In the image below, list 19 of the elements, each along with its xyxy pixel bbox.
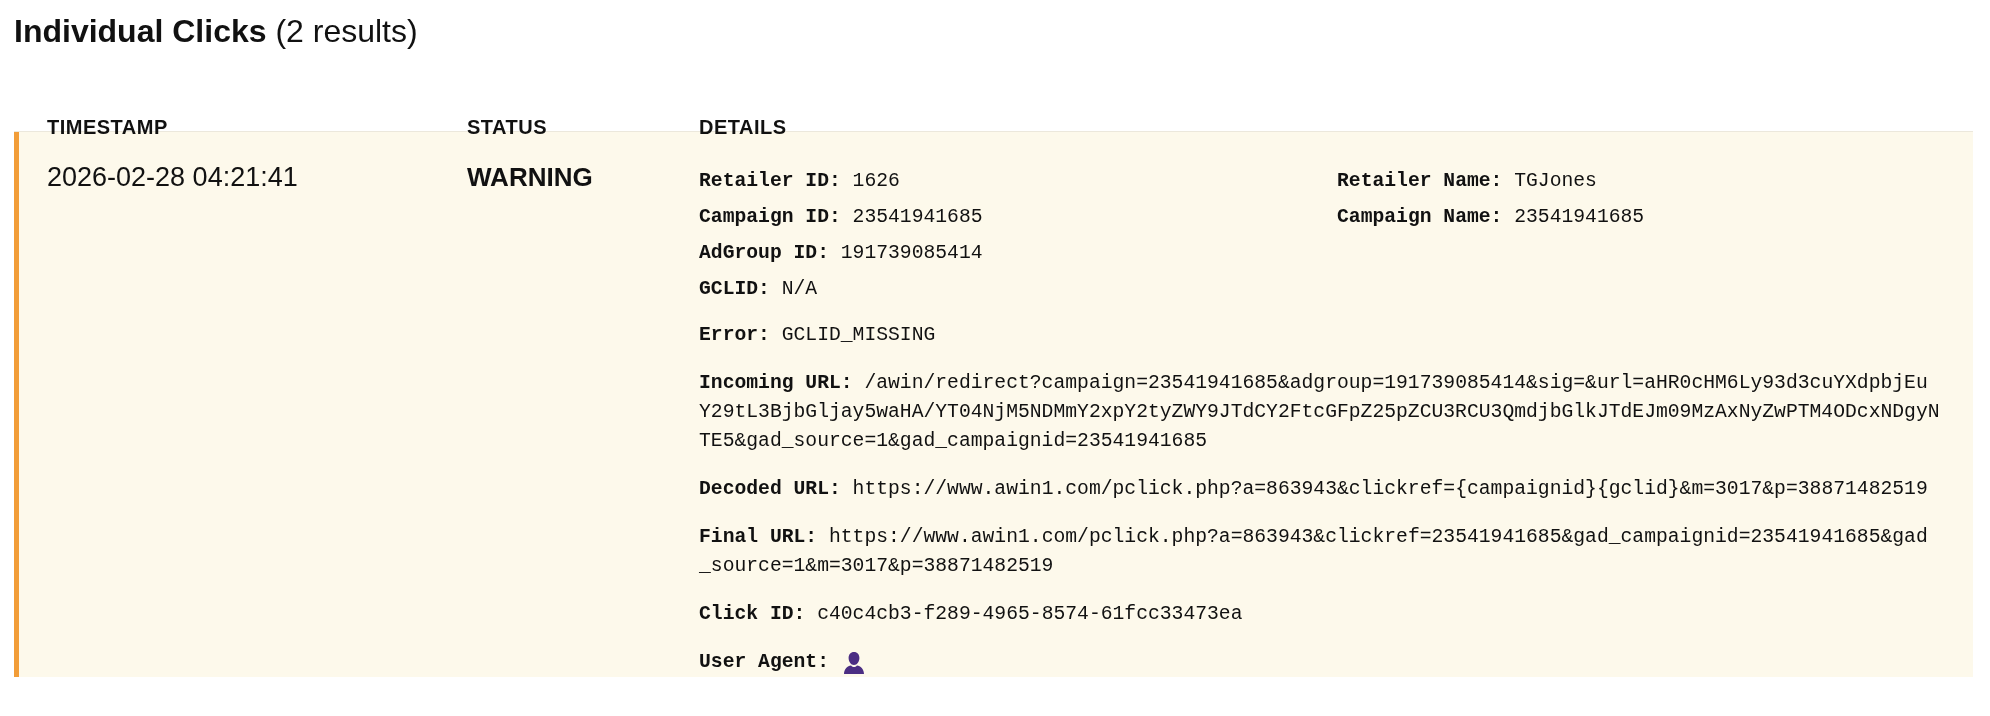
detail-line: Error: GCLID_MISSING — [699, 323, 937, 348]
column-header: TIMESTAMP — [47, 116, 168, 139]
user-silhouette-icon — [842, 650, 865, 675]
detail-line: Campaign Name: 23541941685 — [1337, 205, 1645, 230]
timestamp: 2026-02-28 04:21:41 — [47, 162, 298, 193]
detail-line: Decoded URL: https://www.awin1.com/pclick.php?a=863943&clickref={campaignid}{gclid}&m=3017&p=38871482519 — [699, 477, 1929, 502]
detail-line: Incoming URL: /awin/redirect?campaign=23541941685&adgroup=191739085414&sig=&url=aHR0cHM6Ly93d3cuYXdpbjEuY29tL3BjbGljay5waHA/YT04NjM5NDMmY2xpY2tyZWY9JTdCY2FtcGFpZ25pZCU3RCU3QmdjbGlkJTdEJm09MzAxNyZwPTM4ODcxNDgyNTE5&gad_source=1&gad_campaignid=23541941685 — [699, 371, 1940, 454]
column-header: DETAILS — [699, 116, 787, 139]
detail-line: Retailer ID: 1626 — [699, 169, 900, 194]
detail-line: Final URL: https://www.awin1.com/pclick.php?a=863943&clickref=23541941685&gad_campaignid=23541941685&gad_source=1&m=3017&p=38871482519 — [699, 525, 1929, 579]
detail-line: AdGroup ID: 191739085414 — [699, 241, 983, 266]
detail-line: Retailer Name: TGJones — [1337, 169, 1597, 194]
column-header: STATUS — [467, 116, 548, 139]
detail-line: Click ID: c40c4cb3-f289-4965-8574-61fcc33473ea — [699, 602, 1244, 627]
status-label: WARNING — [467, 162, 593, 193]
page-title: Individual Clicks (2 results) — [14, 12, 418, 51]
detail-line: GCLID: N/A — [699, 277, 818, 302]
user-agent-label: User Agent: — [699, 650, 829, 675]
detail-line: Campaign ID: 23541941685 — [699, 205, 983, 230]
